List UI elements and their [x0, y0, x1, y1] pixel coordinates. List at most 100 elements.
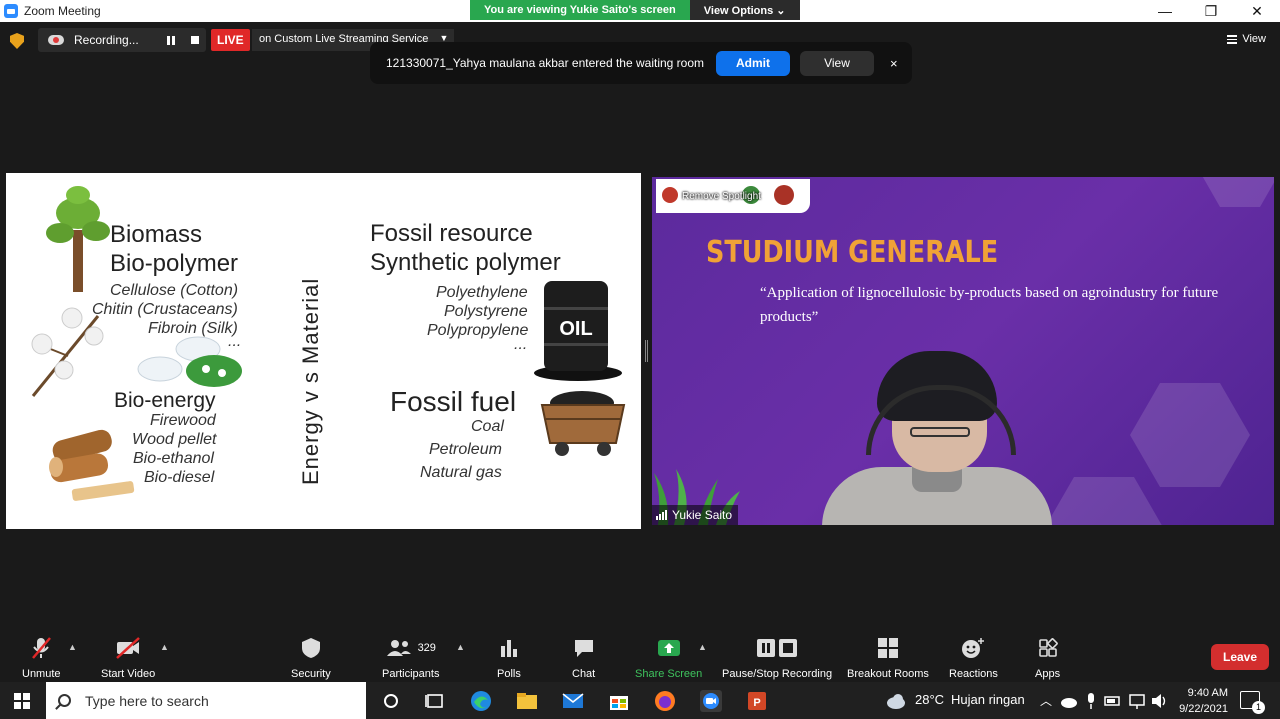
pause-recording-icon[interactable] [166, 35, 175, 45]
taskbar-search-box[interactable]: Type here to search [46, 682, 366, 719]
panel-splitter-handle[interactable] [645, 340, 648, 362]
clock-time: 9:40 AM [1187, 687, 1228, 699]
synthetic-polymer-item: Polyethylene [436, 284, 528, 301]
fossil-fuel-heading: Fossil fuel [390, 386, 517, 417]
task-view-icon[interactable] [424, 690, 446, 712]
view-options-label: View Options [703, 5, 774, 17]
audio-options-caret-icon[interactable]: ▲ [68, 642, 77, 652]
polls-button[interactable]: Polls [497, 636, 521, 680]
breakout-rooms-label: Breakout Rooms [847, 668, 929, 680]
start-video-button[interactable]: Start Video [101, 636, 155, 680]
chat-button[interactable]: Chat [572, 636, 595, 680]
department-logo-icon [774, 185, 794, 205]
cloud-recording-icon [48, 35, 64, 45]
remove-spotlight-button[interactable]: Remove Spotlight [656, 179, 810, 213]
reactions-button[interactable]: Reactions [949, 636, 998, 680]
bio-energy-item: Wood pellet [132, 431, 217, 448]
weather-cloud-icon[interactable] [885, 690, 907, 712]
show-hidden-icons-chevron-icon[interactable]: ︿ [1040, 692, 1052, 709]
security-button[interactable]: Security [291, 636, 331, 680]
microphone-tray-icon[interactable] [1084, 692, 1098, 710]
meeting-toolbar: Unmute ▲ Start Video ▲ Security 329 Part… [0, 632, 1280, 682]
encryption-shield-icon[interactable] [10, 33, 24, 49]
leave-button[interactable]: Leave [1211, 644, 1269, 670]
volume-icon[interactable] [1150, 692, 1168, 710]
fossil-resource-heading: Fossil resource [370, 220, 533, 247]
admit-button[interactable]: Admit [716, 50, 790, 76]
video-options-caret-icon[interactable]: ▲ [160, 642, 169, 652]
weather-description[interactable]: Hujan ringan [951, 692, 1025, 707]
bio-polymer-heading: Bio-polymer [110, 250, 239, 277]
live-badge[interactable]: LIVE [211, 29, 250, 51]
close-notification-icon[interactable]: × [890, 56, 898, 71]
search-placeholder: Type here to search [85, 692, 209, 709]
tree-icon [46, 186, 110, 292]
network-icon[interactable] [1128, 692, 1146, 710]
participants-button[interactable]: 329 Participants [382, 636, 439, 680]
unmute-label: Unmute [22, 668, 61, 680]
viewing-banner: You are viewing Yukie Saito's screen Vie… [470, 0, 800, 20]
notification-center-icon[interactable]: 1 [1240, 691, 1265, 714]
file-explorer-icon[interactable] [516, 690, 538, 712]
participants-options-caret-icon[interactable]: ▲ [456, 642, 465, 652]
waiting-room-notification: 121330071_Yahya maulana akbar entered th… [370, 42, 912, 84]
breakout-rooms-icon [877, 638, 898, 658]
edge-browser-icon[interactable] [470, 690, 492, 712]
taskbar-clock[interactable]: 9:40 AM 9/22/2021 [1168, 685, 1228, 717]
battery-icon[interactable] [1104, 692, 1122, 710]
breakout-rooms-button[interactable]: Breakout Rooms [847, 636, 929, 680]
windows-taskbar: Type here to search P 28°C Hujan ringan … [0, 682, 1280, 719]
synthetic-polymer-item: Polystyrene [444, 303, 528, 320]
apps-label: Apps [1035, 668, 1061, 680]
clock-date: 9/22/2021 [1179, 703, 1228, 715]
start-video-label: Start Video [101, 668, 156, 680]
recording-indicator: Recording... [38, 28, 206, 52]
unmute-button[interactable]: Unmute [22, 636, 61, 680]
maximize-button[interactable]: ❐ [1188, 0, 1234, 22]
powerpoint-icon[interactable]: P [746, 690, 768, 712]
video-off-icon [116, 637, 140, 659]
onedrive-cloud-icon[interactable] [1060, 692, 1078, 710]
meeting-area: Recording... LIVE on Custom Live Streami… [0, 22, 1280, 632]
share-screen-button[interactable]: Share Screen [635, 636, 702, 680]
pause-stop-icon [757, 639, 798, 657]
oil-barrel-icon: OIL [534, 281, 622, 381]
windows-start-icon[interactable] [14, 693, 30, 709]
cortana-icon[interactable] [380, 690, 402, 712]
participant-name-tag: Yukie Saito [652, 505, 739, 525]
pause-stop-recording-button[interactable]: Pause/Stop Recording [722, 636, 832, 680]
spotlight-video[interactable]: Remove Spotlight STUDIUM GENERALE “Appli… [652, 177, 1274, 525]
pause-stop-recording-label: Pause/Stop Recording [722, 668, 833, 680]
grid-view-icon [1227, 34, 1238, 44]
view-options-button[interactable]: View Options ⌄ [689, 0, 800, 20]
shared-screen-slide: Biomass Bio-polymer Cellulose (Cotton) C… [6, 173, 641, 529]
mail-icon[interactable] [562, 690, 584, 712]
remove-spotlight-label: Remove Spotlight [682, 191, 761, 202]
firefox-icon[interactable] [654, 690, 676, 712]
view-waiting-room-button[interactable]: View [800, 50, 874, 76]
energy-vs-material-label: Energy v s Material [298, 277, 323, 485]
zoom-logo-icon [4, 4, 18, 18]
view-menu-button[interactable]: View [1227, 33, 1266, 45]
polls-label: Polls [497, 668, 521, 680]
close-window-button[interactable]: ✕ [1234, 0, 1280, 22]
share-options-caret-icon[interactable]: ▲ [698, 642, 707, 652]
bio-polymer-item: Chitin (Crustaceans) [92, 301, 238, 318]
decor-hexagon [1044, 477, 1164, 525]
notification-count-badge: 1 [1252, 701, 1265, 714]
oil-label: OIL [559, 318, 592, 340]
participant-video-feed [822, 351, 1052, 525]
coal-cart-icon [540, 391, 626, 456]
banner-quote: “Application of lignocellulosic by-produ… [760, 285, 1219, 325]
svg-text:P: P [753, 697, 760, 709]
stop-recording-icon[interactable] [190, 36, 199, 44]
fossil-fuel-item: Petroleum [429, 441, 502, 458]
weather-temperature[interactable]: 28°C [915, 692, 944, 707]
apps-button[interactable]: Apps [1035, 636, 1060, 680]
reactions-label: Reactions [949, 668, 998, 680]
chat-label: Chat [572, 668, 596, 680]
zoom-taskbar-icon[interactable] [700, 690, 722, 712]
fossil-fuel-item: Natural gas [420, 464, 502, 481]
microsoft-store-icon[interactable] [608, 690, 630, 712]
minimize-button[interactable]: — [1142, 0, 1188, 22]
